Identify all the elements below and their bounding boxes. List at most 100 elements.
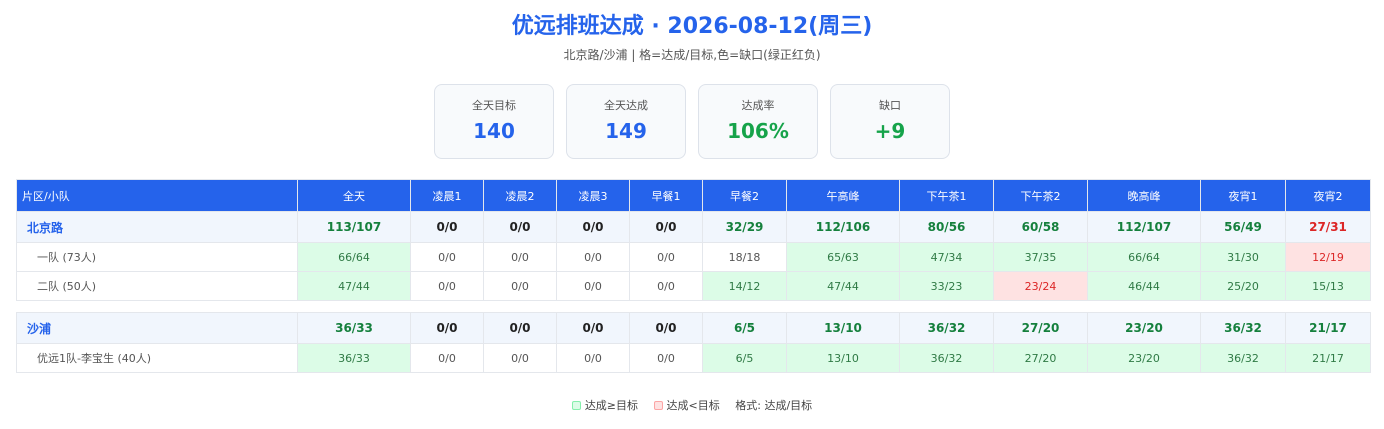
table-cell: 36/32 bbox=[899, 312, 994, 344]
table-cell: 60/58 bbox=[993, 211, 1088, 243]
table-cell: 47/34 bbox=[899, 242, 994, 272]
table-cell: 0/0 bbox=[629, 312, 703, 344]
table-header: 片区/小队 全天 凌晨1 凌晨2 凌晨3 早餐1 早餐2 午高峰 下午茶1 下午茶2 晚高峰 夜宵1 夜… bbox=[16, 179, 1371, 212]
column-header: 早餐2 bbox=[702, 179, 787, 212]
table-cell: 47/44 bbox=[786, 271, 900, 301]
column-header: 早餐1 bbox=[629, 179, 703, 212]
table-cell: 0/0 bbox=[556, 271, 630, 301]
kpi-value: 149 bbox=[605, 119, 647, 143]
kpi-card-rate: 达成率 106% bbox=[698, 84, 818, 159]
table-cell: 14/12 bbox=[702, 271, 787, 301]
table-cell: 36/33 bbox=[297, 343, 411, 373]
table-cell: 113/107 bbox=[297, 211, 411, 243]
table-cell: 15/13 bbox=[1285, 271, 1371, 301]
table-cell: 36/32 bbox=[1200, 343, 1286, 373]
table-cell: 47/44 bbox=[297, 271, 411, 301]
column-header: 下午茶1 bbox=[899, 179, 994, 212]
column-header: 凌晨1 bbox=[410, 179, 484, 212]
table-cell: 21/17 bbox=[1285, 312, 1371, 344]
kpi-label: 缺口 bbox=[879, 99, 901, 112]
column-header: 全天 bbox=[297, 179, 411, 212]
table-cell: 0/0 bbox=[483, 242, 557, 272]
table-cell: 18/18 bbox=[702, 242, 787, 272]
table-cell: 25/20 bbox=[1200, 271, 1286, 301]
legend-item-bad: 达成<目标 bbox=[653, 398, 720, 414]
kpi-value: +9 bbox=[874, 119, 906, 143]
table-cell: 0/0 bbox=[556, 211, 630, 243]
table-cell: 23/24 bbox=[993, 271, 1088, 301]
team-row-name: 二队 (50人) bbox=[16, 271, 298, 301]
table-cell: 31/30 bbox=[1200, 242, 1286, 272]
table-cell: 27/20 bbox=[993, 343, 1088, 373]
page-title: 优远排班达成 · 2026-08-12(周三) bbox=[511, 14, 873, 39]
column-header-area: 片区/小队 bbox=[16, 179, 298, 212]
group-row-name: 沙浦 bbox=[16, 312, 298, 344]
table-cell: 0/0 bbox=[629, 343, 703, 373]
table-cell: 0/0 bbox=[629, 271, 703, 301]
legend-swatch-red bbox=[653, 401, 663, 410]
table-cell: 37/35 bbox=[993, 242, 1088, 272]
group-row: 沙浦 36/33 0/0 0/0 0/0 0/0 6/5 13/10 36/32 27/20 23/… bbox=[16, 312, 1371, 344]
team-row: 二队 (50人) 47/44 0/0 0/0 0/0 0/0 14/12 47/44 33/23… bbox=[16, 271, 1371, 301]
column-header: 午高峰 bbox=[786, 179, 900, 212]
kpi-label: 达成率 bbox=[741, 99, 775, 112]
table-cell: 23/20 bbox=[1087, 312, 1201, 344]
column-header: 下午茶2 bbox=[993, 179, 1088, 212]
table-cell: 36/32 bbox=[1200, 312, 1286, 344]
kpi-card-target: 全天目标 140 bbox=[434, 84, 554, 159]
table-cell: 0/0 bbox=[410, 211, 484, 243]
table-cell: 32/29 bbox=[702, 211, 787, 243]
table-cell: 27/20 bbox=[993, 312, 1088, 344]
table-cell: 46/44 bbox=[1087, 271, 1201, 301]
table-cell: 80/56 bbox=[899, 211, 994, 243]
table-cell: 66/64 bbox=[1087, 242, 1201, 272]
header-row: 片区/小队 全天 凌晨1 凌晨2 凌晨3 早餐1 早餐2 午高峰 下午茶1 下午茶2 晚高峰 夜宵1 夜… bbox=[16, 179, 1371, 212]
table-cell: 13/10 bbox=[786, 312, 900, 344]
table-group-beijinglu: 北京路 113/107 0/0 0/0 0/0 0/0 32/29 112/106 80/56 6… bbox=[16, 211, 1371, 301]
table-cell: 0/0 bbox=[483, 312, 557, 344]
column-header: 凌晨2 bbox=[483, 179, 557, 212]
table-cell: 0/0 bbox=[629, 242, 703, 272]
table-cell: 112/106 bbox=[786, 211, 900, 243]
kpi-label: 全天达成 bbox=[604, 99, 648, 112]
table-cell: 6/5 bbox=[702, 343, 787, 373]
table-cell: 0/0 bbox=[483, 271, 557, 301]
kpi-card-achieved: 全天达成 149 bbox=[566, 84, 686, 159]
table-cell: 0/0 bbox=[556, 343, 630, 373]
page-subtitle: 北京路/沙浦 | 格=达成/目标,色=缺口(绿正红负) bbox=[563, 48, 821, 62]
table-cell: 56/49 bbox=[1200, 211, 1286, 243]
table-cell: 65/63 bbox=[786, 242, 900, 272]
table-cell: 112/107 bbox=[1087, 211, 1201, 243]
table-cell: 0/0 bbox=[410, 271, 484, 301]
table-cell: 0/0 bbox=[410, 343, 484, 373]
group-row-name: 北京路 bbox=[16, 211, 298, 243]
legend: 达成≥目标 达成<目标 格式: 达成/目标 bbox=[0, 398, 1384, 414]
team-row: 一队 (73人) 66/64 0/0 0/0 0/0 0/0 18/18 65/63 47/34… bbox=[16, 242, 1371, 272]
table-cell: 36/33 bbox=[297, 312, 411, 344]
table-cell: 12/19 bbox=[1285, 242, 1371, 272]
table-cell: 0/0 bbox=[483, 211, 557, 243]
column-header: 晚高峰 bbox=[1087, 179, 1201, 212]
dashboard-page: 优远排班达成 · 2026-08-12(周三) 北京路/沙浦 | 格=达成/目标… bbox=[0, 0, 1384, 429]
column-header: 凌晨3 bbox=[556, 179, 630, 212]
legend-ok-label: 达成≥目标 bbox=[584, 399, 639, 412]
column-header: 夜宵2 bbox=[1285, 179, 1371, 212]
team-row: 优远1队-李宝生 (40人) 36/33 0/0 0/0 0/0 0/0 6/5 13/10 3… bbox=[16, 343, 1371, 373]
legend-swatch-green bbox=[571, 401, 581, 410]
table-cell: 66/64 bbox=[297, 242, 411, 272]
table-cell: 6/5 bbox=[702, 312, 787, 344]
group-row: 北京路 113/107 0/0 0/0 0/0 0/0 32/29 112/106 80/56 6… bbox=[16, 211, 1371, 243]
team-row-name: 一队 (73人) bbox=[16, 242, 298, 272]
legend-bad-label: 达成<目标 bbox=[666, 399, 720, 412]
table-cell: 33/23 bbox=[899, 271, 994, 301]
kpi-label: 全天目标 bbox=[472, 99, 516, 112]
table-cell: 0/0 bbox=[410, 312, 484, 344]
legend-item-ok: 达成≥目标 bbox=[571, 398, 639, 414]
table-cell: 13/10 bbox=[786, 343, 900, 373]
table-group-shapu: 沙浦 36/33 0/0 0/0 0/0 0/0 6/5 13/10 36/32 27/20 23/… bbox=[16, 312, 1371, 373]
table-cell: 0/0 bbox=[556, 312, 630, 344]
team-row-name: 优远1队-李宝生 (40人) bbox=[16, 343, 298, 373]
table-cell: 36/32 bbox=[899, 343, 994, 373]
table-cell: 0/0 bbox=[629, 211, 703, 243]
table-cell: 23/20 bbox=[1087, 343, 1201, 373]
